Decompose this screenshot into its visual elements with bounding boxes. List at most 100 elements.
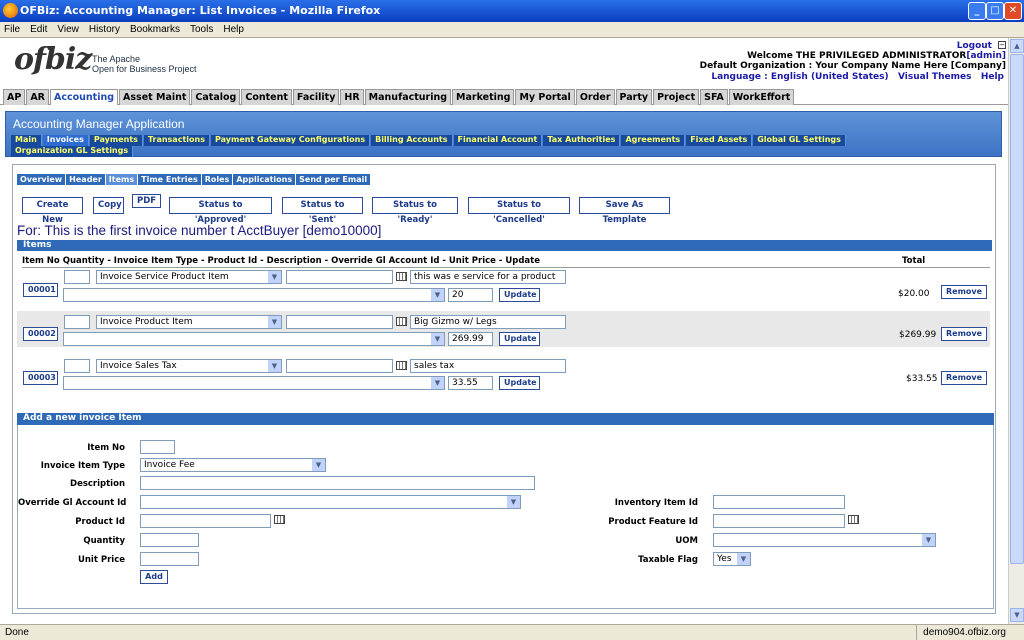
invoice-tab-time-entries[interactable]: Time Entries xyxy=(138,174,201,185)
help-link[interactable]: Help xyxy=(981,72,1004,82)
new-quantity-input[interactable] xyxy=(140,533,199,547)
description-input[interactable]: this was e service for a product xyxy=(410,270,566,284)
app-tab-my-portal[interactable]: My Portal xyxy=(515,89,575,105)
description-input[interactable]: sales tax xyxy=(410,359,566,373)
subtab-fixed-assets[interactable]: Fixed Assets xyxy=(686,135,753,146)
app-tab-hr[interactable]: HR xyxy=(340,89,364,105)
remove-button[interactable]: Remove xyxy=(941,327,987,341)
app-tab-workeffort[interactable]: WorkEffort xyxy=(728,89,795,105)
override-gl-select[interactable]: ▼ xyxy=(63,332,445,346)
menu-file[interactable]: File xyxy=(0,22,25,37)
quantity-input[interactable] xyxy=(64,270,90,284)
subtab-invoices[interactable]: Invoices xyxy=(42,135,89,146)
scroll-thumb[interactable] xyxy=(1010,54,1024,564)
invoice-tab-items[interactable]: Items xyxy=(105,174,138,185)
invoice-tab-send-email[interactable]: Send per Email xyxy=(296,174,371,185)
maximize-button[interactable]: □ xyxy=(986,2,1004,20)
pdf-button[interactable]: PDF xyxy=(132,194,161,208)
product-id-input[interactable] xyxy=(286,315,393,329)
menu-bookmarks[interactable]: Bookmarks xyxy=(125,22,185,37)
subtab-tax-authorities[interactable]: Tax Authorities xyxy=(543,135,621,146)
scroll-up-icon[interactable]: ▲ xyxy=(1010,39,1024,53)
new-item-type-select[interactable]: Invoice Fee ▼ xyxy=(140,458,326,472)
subtab-transactions[interactable]: Transactions xyxy=(143,135,210,146)
update-button[interactable]: Update xyxy=(499,332,540,346)
app-tab-order[interactable]: Order xyxy=(575,89,615,105)
subtab-agreements[interactable]: Agreements xyxy=(621,135,686,146)
unit-price-input[interactable]: 20 xyxy=(448,288,493,302)
new-description-input[interactable] xyxy=(140,476,535,490)
subtab-payment-gateway[interactable]: Payment Gateway Configurations xyxy=(210,135,371,146)
update-button[interactable]: Update xyxy=(499,288,540,302)
invoice-tab-applications[interactable]: Applications xyxy=(233,174,296,185)
save-template-button[interactable]: Save As Template xyxy=(579,197,670,225)
subtab-payments[interactable]: Payments xyxy=(89,135,143,146)
app-tab-asset-maint[interactable]: Asset Maint xyxy=(119,89,191,105)
uom-select[interactable]: ▼ xyxy=(713,533,936,547)
item-type-select[interactable]: Invoice Sales Tax ▼ xyxy=(96,359,282,373)
scroll-down-icon[interactable]: ▼ xyxy=(1010,608,1024,622)
vertical-scrollbar[interactable]: ▲ ▼ xyxy=(1008,38,1024,624)
app-tab-manufacturing[interactable]: Manufacturing xyxy=(364,89,452,105)
unit-price-input[interactable]: 33.55 xyxy=(448,376,493,390)
app-tab-facility[interactable]: Facility xyxy=(292,89,340,105)
invoice-tab-header[interactable]: Header xyxy=(66,174,105,185)
inventory-item-input[interactable] xyxy=(713,495,845,509)
status-approved-button[interactable]: Status to 'Approved' xyxy=(169,197,272,225)
new-override-gl-select[interactable]: ▼ xyxy=(140,495,521,509)
override-gl-select[interactable]: ▼ xyxy=(63,288,445,302)
invoice-tab-roles[interactable]: Roles xyxy=(201,174,233,185)
app-tab-ap[interactable]: AP xyxy=(3,89,26,105)
minimize-button[interactable]: _ xyxy=(968,2,986,20)
app-tab-catalog[interactable]: Catalog xyxy=(191,89,241,105)
description-input[interactable]: Big Gizmo w/ Legs xyxy=(410,315,566,329)
lookup-icon[interactable] xyxy=(396,361,407,370)
quantity-input[interactable] xyxy=(64,359,90,373)
item-type-select[interactable]: Invoice Service Product Item ▼ xyxy=(96,270,282,284)
product-id-input[interactable] xyxy=(286,359,393,373)
product-id-input[interactable] xyxy=(286,270,393,284)
menu-view[interactable]: View xyxy=(52,22,84,37)
visual-themes-link[interactable]: Visual Themes xyxy=(898,72,971,82)
lookup-icon[interactable] xyxy=(274,515,285,524)
new-item-no-input[interactable] xyxy=(140,440,175,454)
new-unit-price-input[interactable] xyxy=(140,552,199,566)
app-tab-accounting[interactable]: Accounting xyxy=(50,89,119,105)
taxable-flag-select[interactable]: Yes ▼ xyxy=(713,552,751,566)
close-button[interactable]: ✕ xyxy=(1004,2,1022,20)
update-button[interactable]: Update xyxy=(499,376,540,390)
product-feature-input[interactable] xyxy=(713,514,845,528)
quantity-input[interactable] xyxy=(64,315,90,329)
app-tab-ar[interactable]: AR xyxy=(26,89,49,105)
subtab-financial-account[interactable]: Financial Account xyxy=(453,135,543,146)
collapse-icon[interactable]: − xyxy=(998,41,1006,49)
menu-edit[interactable]: Edit xyxy=(25,22,52,37)
item-no-button[interactable]: 00002 xyxy=(23,327,58,341)
new-product-id-input[interactable] xyxy=(140,514,271,528)
remove-button[interactable]: Remove xyxy=(941,371,987,385)
app-tab-sfa[interactable]: SFA xyxy=(700,89,728,105)
invoice-tab-overview[interactable]: Overview xyxy=(17,174,66,185)
status-ready-button[interactable]: Status to 'Ready' xyxy=(372,197,458,225)
status-sent-button[interactable]: Status to 'Sent' xyxy=(282,197,363,225)
add-button[interactable]: Add xyxy=(140,570,168,584)
copy-button[interactable]: Copy xyxy=(93,197,124,214)
remove-button[interactable]: Remove xyxy=(941,285,987,299)
menu-history[interactable]: History xyxy=(84,22,125,37)
subtab-main[interactable]: Main xyxy=(11,135,42,146)
logout-link[interactable]: Logout xyxy=(957,41,992,51)
status-cancelled-button[interactable]: Status to 'Cancelled' xyxy=(468,197,570,225)
menu-help[interactable]: Help xyxy=(218,22,249,37)
item-no-button[interactable]: 00001 xyxy=(23,283,58,297)
language-link[interactable]: Language : English (United States) xyxy=(711,72,888,82)
item-no-button[interactable]: 00003 xyxy=(23,371,58,385)
subtab-global-gl[interactable]: Global GL Settings xyxy=(753,135,846,146)
app-tab-marketing[interactable]: Marketing xyxy=(452,89,515,105)
app-tab-party[interactable]: Party xyxy=(615,89,653,105)
create-new-button[interactable]: Create New xyxy=(22,197,83,225)
unit-price-input[interactable]: 269.99 xyxy=(448,332,493,346)
app-tab-project[interactable]: Project xyxy=(653,89,700,105)
menu-tools[interactable]: Tools xyxy=(185,22,218,37)
override-gl-select[interactable]: ▼ xyxy=(63,376,445,390)
subtab-org-gl[interactable]: Organization GL Settings xyxy=(11,146,134,157)
